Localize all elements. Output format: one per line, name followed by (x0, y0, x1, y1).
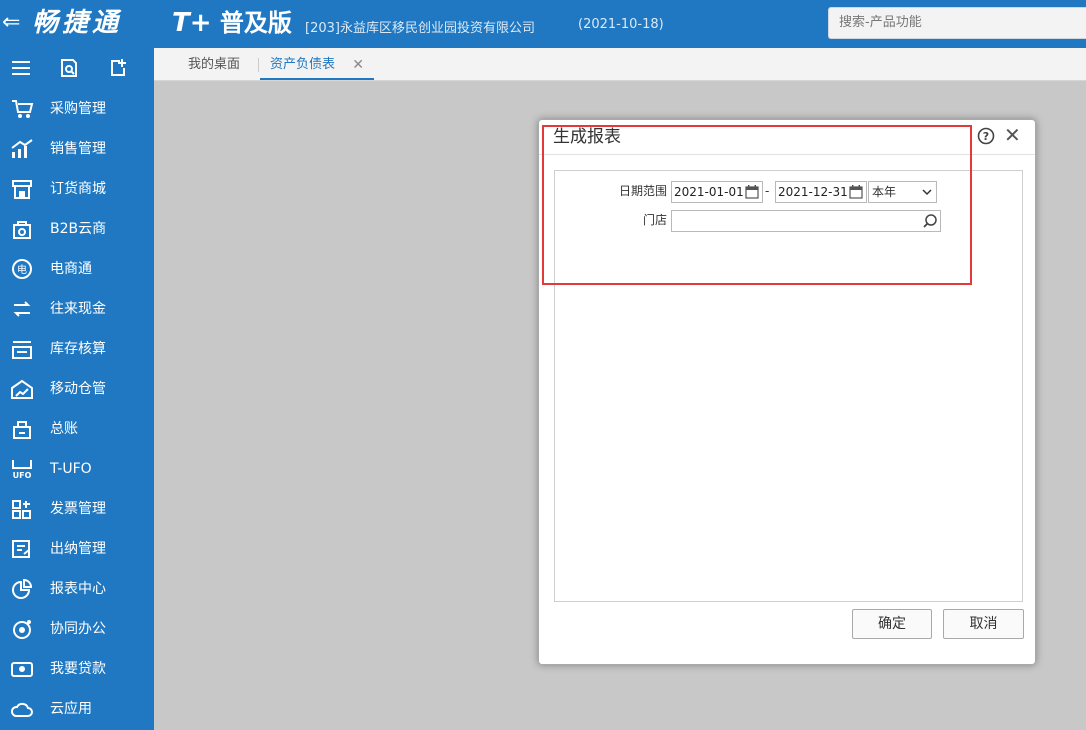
sidebar-item-cashier[interactable]: 出纳管理 (0, 529, 154, 569)
close-dialog-icon[interactable]: ✕ (1004, 125, 1024, 145)
sidebar-toolbar (0, 48, 154, 90)
sidebar-item-label: 采购管理 (50, 101, 106, 117)
sidebar-item-mobile-warehouse[interactable]: 移动仓管 (0, 369, 154, 409)
ufo-icon: UFO (12, 460, 32, 480)
ledger-icon (13, 421, 31, 439)
search-doc-icon[interactable] (57, 56, 81, 80)
sidebar-item-label: 库存核算 (50, 341, 106, 357)
sidebar-item-label: 出纳管理 (50, 541, 106, 557)
app-logo: 畅捷通 (32, 8, 123, 38)
sidebar: 采购管理 销售管理 订货商城 B2B云商 电 电商通 往来现金 库存核算 移动仓… (0, 48, 154, 730)
tab-bar: 我的桌面 资产负债表 ✕ (154, 48, 1086, 81)
cloud-icon (10, 702, 33, 717)
sidebar-item-collaboration[interactable]: 协同办公 (0, 609, 154, 649)
invoice-icon (12, 500, 31, 519)
report-pie-icon (12, 578, 33, 599)
collaboration-icon (13, 620, 31, 639)
sidebar-item-sales[interactable]: 销售管理 (0, 129, 154, 169)
sidebar-item-invoice[interactable]: 发票管理 (0, 489, 154, 529)
company-name: [203]永益库区移民创业园投资有限公司 (305, 21, 535, 36)
sidebar-item-store[interactable]: 订货商城 (0, 169, 154, 209)
help-icon[interactable]: ? (977, 127, 995, 145)
sidebar-item-purchase[interactable]: 采购管理 (0, 89, 154, 129)
exchange-icon (13, 301, 31, 317)
sidebar-item-ledger[interactable]: 总账 (0, 409, 154, 449)
tab-divider (258, 58, 259, 72)
highlight-box (542, 125, 972, 285)
sidebar-item-loan[interactable]: 我要贷款 (0, 649, 154, 689)
sidebar-item-ecommerce[interactable]: 电 电商通 (0, 249, 154, 289)
store-icon (12, 180, 32, 199)
sidebar-item-label: 云应用 (50, 701, 92, 717)
cashier-icon (12, 540, 30, 558)
svg-text:UFO: UFO (13, 471, 32, 480)
product-tplus: T+ (172, 8, 212, 38)
close-tab-icon[interactable]: ✕ (352, 48, 364, 82)
sidebar-item-label: 发票管理 (50, 501, 106, 517)
inventory-icon (12, 341, 32, 359)
sidebar-item-label: 报表中心 (50, 581, 106, 597)
login-date: (2021-10-18) (578, 17, 664, 32)
tab-label: 资产负债表 (270, 57, 336, 72)
svg-text:?: ? (983, 130, 989, 143)
menu-icon[interactable] (9, 56, 33, 80)
sidebar-item-label: T-UFO (50, 461, 92, 477)
sidebar-item-label: 我要贷款 (50, 661, 106, 677)
ecommerce-icon: 电 (12, 259, 32, 279)
sidebar-item-inventory[interactable]: 库存核算 (0, 329, 154, 369)
mobile-warehouse-icon (11, 379, 33, 399)
sidebar-item-label: 电商通 (50, 261, 92, 277)
cancel-button[interactable]: 取消 (943, 609, 1024, 639)
sidebar-item-report-center[interactable]: 报表中心 (0, 569, 154, 609)
sidebar-item-tufo[interactable]: UFO T-UFO (0, 449, 154, 489)
search-input[interactable]: 搜索-产品功能 (828, 7, 1086, 39)
sidebar-item-cloud[interactable]: 云应用 (0, 689, 154, 729)
sidebar-item-label: 总账 (50, 421, 78, 437)
confirm-button[interactable]: 确定 (852, 609, 932, 639)
product-edition: 普及版 (219, 9, 292, 37)
sidebar-item-label: 移动仓管 (50, 381, 106, 397)
back-arrow-icon[interactable]: ⇐ (2, 9, 22, 37)
top-header: ⇐ 畅捷通 T+ 普及版 [203]永益库区移民创业园投资有限公司 (2021-… (0, 0, 1086, 48)
b2b-bag-icon (13, 221, 31, 239)
sidebar-item-label: 订货商城 (50, 181, 106, 197)
tab-balance-sheet[interactable]: 资产负债表 ✕ (260, 48, 374, 80)
sidebar-item-label: 往来现金 (50, 301, 106, 317)
sales-chart-icon (11, 139, 33, 158)
new-doc-icon[interactable] (106, 56, 130, 80)
sidebar-item-cash[interactable]: 往来现金 (0, 289, 154, 329)
purchase-icon (12, 100, 34, 118)
sidebar-item-b2b[interactable]: B2B云商 (0, 209, 154, 249)
tab-home[interactable]: 我的桌面 (188, 48, 240, 80)
sidebar-item-label: 协同办公 (50, 621, 106, 637)
sidebar-item-label: B2B云商 (50, 221, 107, 237)
product-name: T+ 普及版 (172, 6, 292, 40)
sidebar-item-label: 销售管理 (50, 141, 106, 157)
loan-icon (11, 662, 33, 677)
svg-text:电: 电 (17, 263, 27, 276)
